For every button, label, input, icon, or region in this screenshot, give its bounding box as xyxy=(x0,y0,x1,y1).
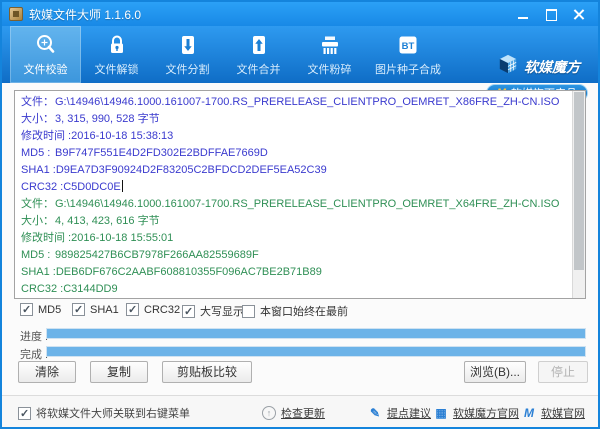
checkbox-box[interactable] xyxy=(242,304,255,318)
cube-logo-icon xyxy=(498,54,518,79)
scrollbar[interactable] xyxy=(572,91,585,298)
close-icon[interactable] xyxy=(573,8,585,20)
toolbar-item-file-merge[interactable]: 文件合并 xyxy=(223,26,294,83)
copy-button[interactable]: 复制 xyxy=(90,361,148,383)
toolbar-item-label: 文件解锁 xyxy=(94,64,139,76)
brand-name: 软媒魔方 xyxy=(524,58,580,75)
file-size-line: 大小：3, 315, 990, 528 字节 xyxy=(21,113,160,125)
maximize-icon[interactable] xyxy=(545,8,557,21)
toolbar-item-label: 文件粉碎 xyxy=(307,64,352,76)
file-result-block: 文件：G:\14946\14946.1000.161007-1700.RS_PR… xyxy=(21,94,572,196)
file-mtime-line: 修改时间 :2016-10-18 15:38:13 xyxy=(21,130,174,142)
toolbar-item-label: 文件分割 xyxy=(165,64,210,76)
md5-checkbox[interactable]: MD5 xyxy=(20,303,61,316)
crc32-line: CRC32 :C5D0DC0E xyxy=(21,180,123,193)
always-on-top-checkbox[interactable]: 本窗口始终在最前 xyxy=(242,303,348,319)
window-controls xyxy=(517,8,591,21)
completed-bar-fill xyxy=(47,347,585,356)
context-menu-associate-checkbox[interactable]: 将软媒文件大师关联到右键菜单 xyxy=(18,405,190,421)
app-icon xyxy=(9,7,23,21)
crc32-line: CRC32 :C3144DD9 xyxy=(21,283,118,295)
completed-bar-track xyxy=(46,346,586,357)
progress-bar-fill xyxy=(47,329,585,338)
feedback-link[interactable]: ✎ 提点建议 xyxy=(368,405,431,421)
clipboard-compare-button[interactable]: 剪贴板比较 xyxy=(162,361,252,383)
file-result-block: 文件：G:\14946\14946.1000.161007-1700.RS_PR… xyxy=(21,196,572,298)
progress-bar-track xyxy=(46,328,586,339)
results-content: 文件：G:\14946\14946.1000.161007-1700.RS_PR… xyxy=(15,91,572,298)
scrollbar-thumb[interactable] xyxy=(574,92,584,271)
grid-cube-icon: ▦ xyxy=(435,406,447,420)
clear-button[interactable]: 清除 xyxy=(18,361,76,383)
svg-text:BT: BT xyxy=(402,41,415,52)
results-textarea[interactable]: 文件：G:\14946\14946.1000.161007-1700.RS_PR… xyxy=(14,90,586,299)
update-arrow-icon: ↑ xyxy=(262,406,276,420)
window-title: 软媒文件大师 1.1.6.0 xyxy=(29,7,142,22)
checkbox-box[interactable] xyxy=(72,303,85,316)
mofang-site-link[interactable]: ▦ 软媒魔方官网 xyxy=(434,405,519,421)
sha1-line: SHA1 :DEB6DF676C2AABF608810355F096AC7BE2… xyxy=(21,266,322,278)
md5-line: MD5 : B9F747F551E4D2FD302E2BDFFAE7669D xyxy=(21,147,268,159)
checkbox-box[interactable] xyxy=(126,303,139,316)
minimize-icon[interactable] xyxy=(517,8,529,20)
toolbar-item-label: 图片种子合成 xyxy=(375,64,441,76)
shredder-icon xyxy=(318,32,342,58)
text-caret xyxy=(121,180,123,192)
sha1-line: SHA1 :D9EA7D3F90924D2F83205C2BFDCD2DEF5E… xyxy=(21,164,327,176)
browse-button[interactable]: 浏览(B)... xyxy=(464,361,526,383)
toolbar-item-label: 文件校验 xyxy=(23,64,68,76)
checkbox-box[interactable] xyxy=(20,303,33,316)
title-bar: 软媒文件大师 1.1.6.0 xyxy=(2,2,598,26)
toolbar-item-label: 文件合并 xyxy=(236,64,281,76)
split-down-arrow-icon xyxy=(176,32,200,58)
sha1-checkbox[interactable]: SHA1 xyxy=(72,303,119,316)
toolbar-item-file-verify[interactable]: 文件校验 xyxy=(10,26,81,83)
file-path-line: 文件：G:\14946\14946.1000.161007-1700.RS_PR… xyxy=(21,96,560,108)
check-updates-link[interactable]: ↑ 检查更新 xyxy=(262,405,325,421)
pencil-icon: ✎ xyxy=(369,406,381,420)
checkbox-box[interactable] xyxy=(182,304,195,318)
toolbar-item-image-seed-compose[interactable]: BT 图片种子合成 xyxy=(365,26,451,83)
file-path-line: 文件：G:\14946\14946.1000.161007-1700.RS_PR… xyxy=(21,198,560,210)
lock-icon xyxy=(105,32,129,58)
file-mtime-line: 修改时间 :2016-10-18 15:55:01 xyxy=(21,232,174,244)
app-window: 软媒文件大师 1.1.6.0 文件校验 文件解锁 文件分割 文件合并 文件粉碎 … xyxy=(0,0,600,429)
checkbox-box[interactable] xyxy=(18,406,31,420)
toolbar-item-file-split[interactable]: 文件分割 xyxy=(152,26,223,83)
md5-line: MD5 :989825427B6CB7978F266AA82559689F xyxy=(21,249,259,261)
merge-up-arrow-icon xyxy=(247,32,271,58)
toolbar-item-file-unlock[interactable]: 文件解锁 xyxy=(81,26,152,83)
file-size-line: 大小：4, 413, 423, 616 字节 xyxy=(21,215,160,227)
completed-label: 完成 : xyxy=(20,349,49,361)
ruanmei-m-icon: M xyxy=(524,406,534,420)
magnifier-grid-icon xyxy=(33,32,59,58)
bt-badge-icon: BT xyxy=(396,32,420,58)
crc32-checkbox[interactable]: CRC32 xyxy=(126,303,180,316)
stop-button[interactable]: 停止 xyxy=(538,361,588,383)
footer-bar: 将软媒文件大师关联到右键菜单 ↑ 检查更新 ✎ 提点建议 ▦ 软媒魔方官网 M … xyxy=(2,395,598,427)
progress-label: 进度 : xyxy=(20,331,49,343)
toolbar: 文件校验 文件解锁 文件分割 文件合并 文件粉碎 BT 图片种子合成 软媒魔方 xyxy=(2,26,598,102)
toolbar-item-file-shred[interactable]: 文件粉碎 xyxy=(294,26,365,83)
uppercase-display-checkbox[interactable]: 大写显示 xyxy=(182,303,244,319)
brand-logo-row: 软媒魔方 xyxy=(498,54,580,79)
ruanmei-site-link[interactable]: M 软媒官网 xyxy=(522,405,585,421)
